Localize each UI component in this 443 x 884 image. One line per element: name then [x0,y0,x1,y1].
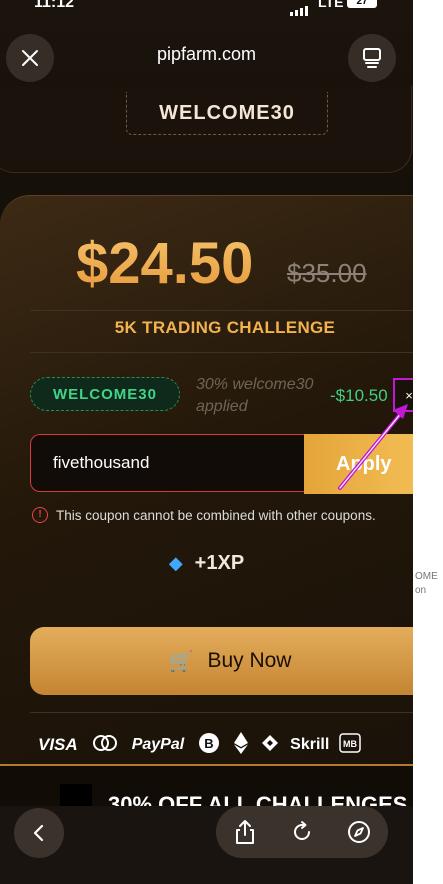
back-button[interactable] [14,808,64,858]
coupon-row: Apply [30,434,413,496]
error-icon: ! [32,507,48,523]
payment-methods: VISA PayPal B Skrill MB [38,731,413,759]
challenge-name: 5K TRADING CHALLENGE [114,318,336,337]
buy-now-label: Buy Now [207,649,292,672]
mb-logo: MB [339,732,369,758]
coupon-error-text: This coupon cannot be combined with othe… [56,507,376,523]
paypal-logo: PayPal [131,736,185,753]
divider [30,352,413,353]
toolbar-actions [216,806,388,858]
network-type: LTE [318,0,344,10]
reload-icon [293,821,310,840]
crypto-logo [262,734,279,756]
discount-amount: -$10.50 [330,386,388,405]
coupon-input[interactable] [30,434,320,492]
coupon-error: ! This coupon cannot be combined with ot… [32,507,376,523]
browser-page: 11:12 LTE 27 WELCOME30 pipfarm.com $24.5… [0,0,413,884]
browser-topbar: pipfarm.com [0,30,413,86]
compass-button[interactable] [343,816,375,848]
apply-button[interactable]: Apply [304,434,413,494]
top-promo-code[interactable]: WELCOME30 [126,92,328,135]
divider [30,310,413,311]
visa-logo: VISA [38,735,78,754]
svg-text:B: B [204,736,213,751]
compass-icon [348,821,371,843]
buy-now-button[interactable]: 🛒 Buy Now [30,627,413,695]
tabs-icon [363,48,381,68]
share-button[interactable] [229,816,261,848]
remove-coupon-button[interactable]: × [393,378,413,412]
price: $24.50 [76,231,254,296]
xp-text: +1XP [194,552,245,574]
tabs-button[interactable] [348,34,396,82]
battery-indicator: 27 [347,0,377,8]
peek-text: OME on [415,571,438,596]
status-time: 11:12 [34,0,75,11]
applied-coupon-description: 30% welcome30 applied [196,376,314,415]
reload-button[interactable] [286,816,318,848]
original-price: $35.00 [287,258,367,288]
cart-icon: 🛒 [168,650,194,673]
signal-icon [290,0,310,16]
adjacent-page-peek: OME on [413,0,443,884]
browser-toolbar [0,806,413,884]
ethereum-logo [234,731,249,759]
skrill-logo: Skrill [290,736,330,753]
share-icon [235,820,254,844]
divider [30,712,413,713]
applied-coupon-badge: WELCOME30 [30,377,180,411]
back-icon [33,824,44,842]
gem-icon: ◆ [168,553,183,573]
svg-text:MB: MB [343,739,357,749]
status-bar: 11:12 LTE 27 [0,0,413,16]
bitcoin-logo: B [198,732,220,759]
xp-reward: ◆ +1XP [0,552,413,575]
mastercard-logo [92,734,118,756]
